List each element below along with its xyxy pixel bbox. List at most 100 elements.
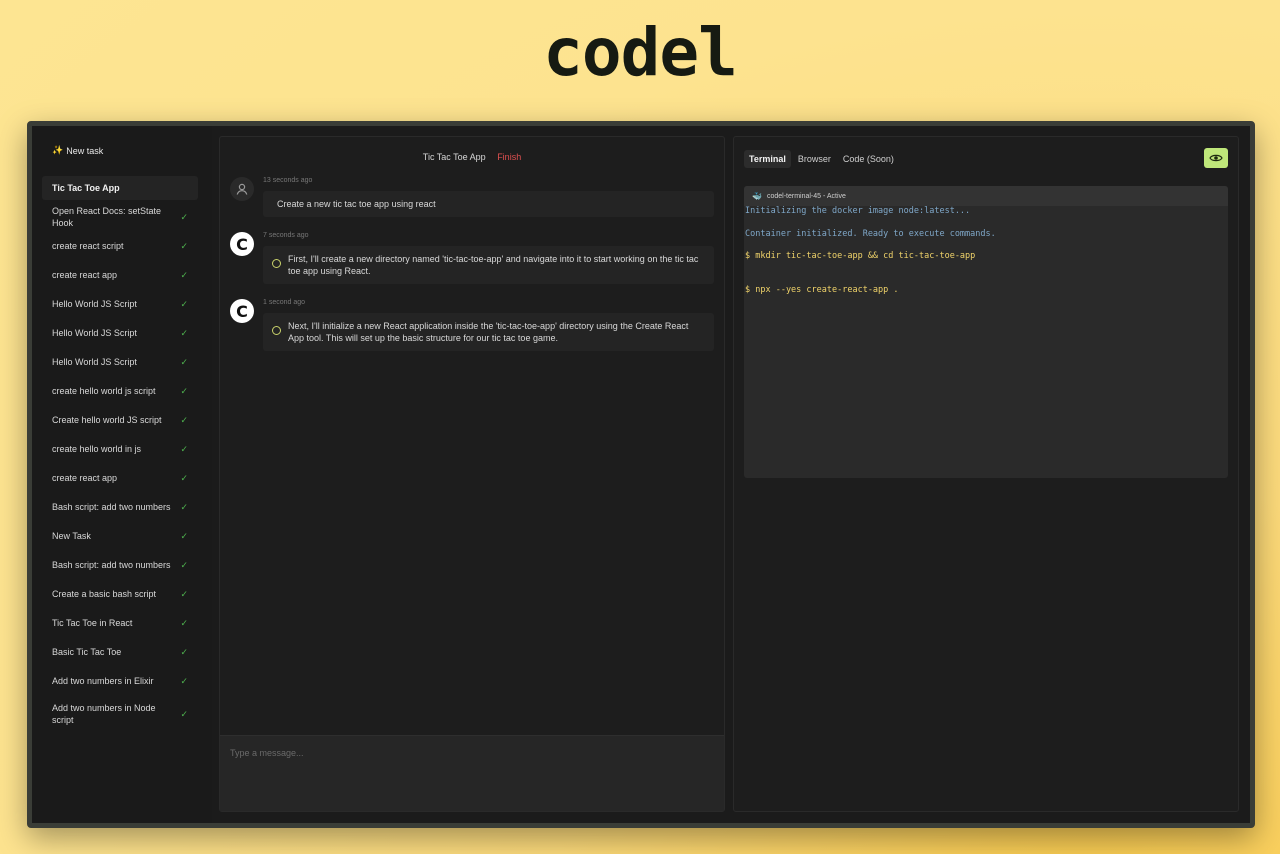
terminal-line: $ mkdir tic-tac-toe-app && cd tic-tac-to… <box>745 251 976 261</box>
task-item-4[interactable]: Hello World JS Script ✓ <box>42 289 198 318</box>
check-icon: ✓ <box>180 588 188 599</box>
check-icon: ✓ <box>180 212 188 222</box>
preview-button[interactable] <box>1204 148 1228 168</box>
terminal-line: Container initialized. Ready to execute … <box>745 228 996 239</box>
message-input[interactable]: Type a message... <box>220 735 724 811</box>
eye-icon <box>1209 154 1223 162</box>
check-icon: ✓ <box>180 530 188 541</box>
panel-tabs: Terminal Browser Code (Soon) <box>744 150 899 168</box>
bot-avatar: C <box>230 232 254 256</box>
check-icon: ✓ <box>180 298 188 309</box>
sidebar: ✨ New task Tic Tac Toe App Open React Do… <box>32 126 212 823</box>
task-item-18[interactable]: Add two numbers in Node script ✓ <box>42 695 198 733</box>
task-label: Hello World JS Script <box>52 298 137 309</box>
task-label: Create a basic bash script <box>52 588 157 599</box>
check-icon: ✓ <box>180 472 188 483</box>
task-item-9[interactable]: create hello world in js ✓ <box>42 434 198 463</box>
message-text: Next, I'll initialize a new React applic… <box>288 321 689 343</box>
check-icon: ✓ <box>180 675 188 686</box>
docker-icon: 🐳 <box>752 191 762 201</box>
chat-panel: Tic Tac Toe App Finish 13 seconds ago Cr… <box>219 136 725 812</box>
check-icon: ✓ <box>180 269 188 280</box>
terminal-header: 🐳 codel-terminal-45 - Active <box>744 186 1228 206</box>
user-icon <box>236 183 248 195</box>
sync-icon <box>272 326 281 335</box>
task-item-5[interactable]: Hello World JS Script ✓ <box>42 318 198 347</box>
check-icon: ✓ <box>180 443 188 454</box>
task-label: create hello world in js <box>52 443 142 454</box>
check-icon: ✓ <box>180 646 188 657</box>
check-icon: ✓ <box>180 240 188 251</box>
task-label: create react script <box>52 240 124 251</box>
task-item-15[interactable]: Tic Tac Toe in React ✓ <box>42 608 198 637</box>
task-item-3[interactable]: create react app ✓ <box>42 260 198 289</box>
finish-status-badge[interactable]: Finish <box>497 152 521 162</box>
tab-browser[interactable]: Browser <box>793 150 836 168</box>
task-label: New Task <box>52 530 91 541</box>
task-item-12[interactable]: New Task ✓ <box>42 521 198 550</box>
message-time: 13 seconds ago <box>263 177 313 184</box>
check-icon: ✓ <box>180 709 188 719</box>
check-icon: ✓ <box>180 385 188 396</box>
task-label: Add two numbers in Node script <box>52 703 156 725</box>
check-icon: ✓ <box>180 617 188 628</box>
task-label: Bash script: add two numbers <box>52 501 171 512</box>
message-time: 7 seconds ago <box>263 232 309 239</box>
tool-panel: Terminal Browser Code (Soon) 🐳 codel-ter… <box>733 136 1239 812</box>
task-item-17[interactable]: Add two numbers in Elixir ✓ <box>42 666 198 695</box>
task-item-8[interactable]: Create hello world JS script ✓ <box>42 405 198 434</box>
check-icon: ✓ <box>180 414 188 425</box>
task-label: create react app <box>52 472 118 483</box>
task-label: Tic Tac Toe in React <box>52 617 133 628</box>
terminal-line: Initializing the docker image node:lates… <box>745 206 971 216</box>
task-label: Tic Tac Toe App <box>52 183 120 193</box>
sparkle-icon: ✨ <box>52 145 64 155</box>
task-label: Add two numbers in Elixir <box>52 675 154 686</box>
task-item-13[interactable]: Bash script: add two numbers ✓ <box>42 550 198 579</box>
tab-terminal[interactable]: Terminal <box>744 150 791 168</box>
message-input-placeholder: Type a message... <box>230 748 304 758</box>
task-item-16[interactable]: Basic Tic Tac Toe ✓ <box>42 637 198 666</box>
check-icon: ✓ <box>180 501 188 512</box>
app-logo: codel <box>543 14 738 91</box>
task-item-7[interactable]: create hello world js script ✓ <box>42 376 198 405</box>
task-list: Tic Tac Toe App Open React Docs: setStat… <box>42 176 198 733</box>
task-item-1[interactable]: Open React Docs: setState Hook ✓ <box>42 204 198 230</box>
terminal-line: $ npx --yes create-react-app . <box>745 284 899 295</box>
task-label: Basic Tic Tac Toe <box>52 646 122 657</box>
app-window: ✨ New task Tic Tac Toe App Open React Do… <box>27 121 1255 828</box>
check-icon: ✓ <box>180 327 188 338</box>
task-label: Bash script: add two numbers <box>52 559 171 570</box>
task-label: Hello World JS Script <box>52 327 137 338</box>
tab-code[interactable]: Code (Soon) <box>838 150 899 168</box>
new-task-button[interactable]: ✨ New task <box>52 145 103 156</box>
message-text: First, I'll create a new directory named… <box>288 254 699 276</box>
task-item-6[interactable]: Hello World JS Script ✓ <box>42 347 198 376</box>
task-item-0[interactable]: Tic Tac Toe App <box>42 176 198 200</box>
task-item-10[interactable]: create react app ✓ <box>42 463 198 492</box>
check-icon: ✓ <box>180 356 188 367</box>
message-time: 1 second ago <box>263 299 306 306</box>
message-bubble: First, I'll create a new directory named… <box>263 246 714 284</box>
chat-header: Tic Tac Toe App Finish <box>220 152 724 162</box>
bot-avatar: C <box>230 299 254 323</box>
task-label: create react app <box>52 269 118 280</box>
terminal-title: codel-terminal-45 - Active <box>766 192 846 200</box>
task-label: create hello world js script <box>52 385 156 396</box>
sync-icon <box>272 259 281 268</box>
message-bubble: Create a new tic tac toe app using react <box>263 191 714 217</box>
check-icon: ✓ <box>180 559 188 570</box>
terminal[interactable]: 🐳 codel-terminal-45 - Active Initializin… <box>744 186 1228 478</box>
task-label: Create hello world JS script <box>52 414 162 425</box>
message-text: Create a new tic tac toe app using react <box>277 199 436 209</box>
new-task-label: New task <box>66 145 104 156</box>
task-label: Hello World JS Script <box>52 356 137 367</box>
terminal-output: Initializing the docker image node:lates… <box>744 206 1228 307</box>
task-item-14[interactable]: Create a basic bash script ✓ <box>42 579 198 608</box>
task-item-2[interactable]: create react script ✓ <box>42 231 198 260</box>
task-title: Tic Tac Toe App <box>422 152 486 162</box>
user-avatar <box>230 177 254 201</box>
task-label: Open React Docs: setState Hook <box>52 206 162 228</box>
task-item-11[interactable]: Bash script: add two numbers ✓ <box>42 492 198 521</box>
